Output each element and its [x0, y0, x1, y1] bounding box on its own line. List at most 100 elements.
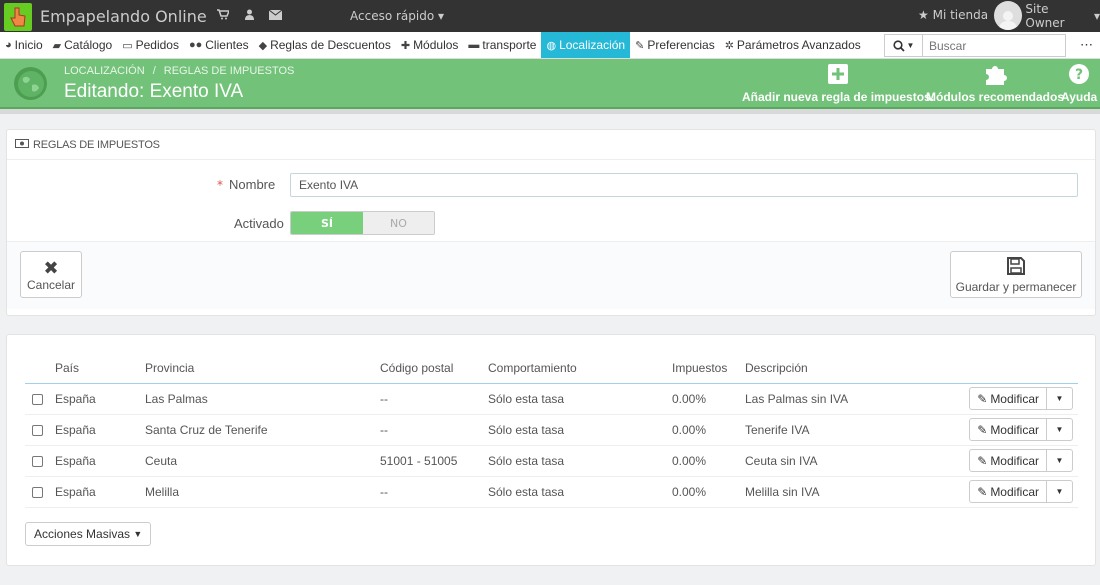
- wrench-icon: ✎: [635, 39, 645, 52]
- column-header: Comportamiento: [488, 353, 672, 384]
- name-label-row: * Nombre: [217, 177, 275, 192]
- svg-text:?: ?: [1075, 67, 1083, 83]
- modify-button[interactable]: ✎ Modificar: [970, 450, 1047, 471]
- tags-icon: ◆: [258, 39, 268, 52]
- behavior-cell: Sólo esta tasa: [488, 476, 672, 508]
- breadcrumb-item[interactable]: Reglas de impuestos: [164, 65, 295, 77]
- description-cell: Melilla sin IVA: [745, 476, 925, 508]
- column-header: Código postal: [380, 353, 488, 384]
- row-actions: ✎ Modificar ▼: [969, 480, 1073, 503]
- tax-rules-table: País Provincia Código postal Comportamie…: [25, 353, 1078, 508]
- shop-name[interactable]: Empapelando Online: [40, 7, 210, 26]
- row-actions-dropdown-button[interactable]: ▼: [1047, 450, 1072, 471]
- truck-icon: ▬: [468, 39, 480, 51]
- nav-item-transporte[interactable]: ▬ transporte: [463, 32, 541, 58]
- row-checkbox[interactable]: [32, 424, 43, 436]
- tax-cell: 0.00%: [672, 414, 745, 446]
- puzzle-icon: [926, 63, 1064, 90]
- column-header: Provincia: [145, 353, 380, 384]
- row-actions: ✎ Modificar ▼: [969, 387, 1073, 410]
- actions-column-header: [925, 353, 1078, 384]
- country-cell: España: [55, 445, 145, 477]
- modify-button[interactable]: ✎ Modificar: [970, 481, 1047, 502]
- help-button[interactable]: ? Ayuda: [1061, 63, 1097, 104]
- bulk-actions-button[interactable]: Acciones Masivas ▼: [25, 522, 152, 546]
- save-and-stay-button[interactable]: Guardar y permanecer: [950, 251, 1082, 298]
- credit-card-icon: ▭: [122, 39, 133, 52]
- table-row: España Melilla -- Sólo esta tasa 0.00% M…: [25, 476, 1078, 508]
- users-icon: ●●: [188, 39, 203, 51]
- row-actions: ✎ Modificar ▼: [969, 418, 1073, 441]
- dashboard-icon: ◕: [5, 39, 12, 51]
- breadcrumb: Localización / Reglas de impuestos: [64, 65, 295, 77]
- table-header-row: País Provincia Código postal Comportamie…: [25, 353, 1078, 384]
- zipcode-cell: --: [380, 476, 488, 508]
- table-row: España Santa Cruz de Tenerife -- Sólo es…: [25, 414, 1078, 446]
- my-store-link[interactable]: ★ Mi tienda: [918, 8, 988, 22]
- nav-item-localizacion[interactable]: ◍ Localización: [541, 32, 631, 58]
- row-checkbox[interactable]: [32, 393, 43, 405]
- switch-yes[interactable]: SÍ: [291, 212, 363, 234]
- cancel-button[interactable]: ✖ Cancelar: [20, 251, 82, 298]
- description-cell: Ceuta sin IVA: [745, 445, 925, 477]
- nav-item-parametros[interactable]: ✲ Parámetros Avanzados: [720, 32, 866, 58]
- shopping-cart-icon[interactable]: [210, 8, 236, 24]
- behavior-cell: Sólo esta tasa: [488, 383, 672, 415]
- nav-item-descuentos[interactable]: ◆ Reglas de Descuentos: [254, 32, 396, 58]
- nav-item-modulos[interactable]: ✚ Módulos: [396, 32, 464, 58]
- pencil-icon: ✎: [977, 453, 988, 468]
- search-group: ▼: [884, 34, 1066, 57]
- user-icon[interactable]: [236, 9, 262, 24]
- table-row: España Las Palmas -- Sólo esta tasa 0.00…: [25, 383, 1078, 415]
- row-actions-dropdown-button[interactable]: ▼: [1047, 481, 1072, 502]
- select-column-header: [25, 353, 55, 384]
- column-header: País: [55, 353, 145, 384]
- row-actions-dropdown-button[interactable]: ▼: [1047, 419, 1072, 440]
- nav-item-clientes[interactable]: ●● Clientes: [184, 32, 254, 58]
- envelope-icon[interactable]: [262, 9, 288, 24]
- caret-down-icon: ▾: [438, 9, 445, 23]
- prestashop-logo[interactable]: [4, 3, 32, 31]
- nav-item-catalogo[interactable]: ▰ Catálogo: [48, 32, 118, 58]
- quick-access-menu[interactable]: Acceso rápido ▾: [350, 9, 444, 23]
- row-checkbox[interactable]: [32, 486, 43, 498]
- active-switch[interactable]: SÍ NO: [290, 211, 435, 235]
- state-cell: Ceuta: [145, 445, 380, 477]
- globe-icon: ◍: [546, 39, 557, 52]
- search-type-button[interactable]: ▼: [884, 34, 922, 57]
- search-input[interactable]: [922, 34, 1066, 57]
- switch-no[interactable]: NO: [363, 212, 434, 234]
- add-tax-rule-button[interactable]: Añadir nueva regla de impuestos.: [742, 63, 934, 104]
- book-icon: ▰: [52, 39, 62, 52]
- description-cell: Tenerife IVA: [745, 414, 925, 446]
- country-cell: España: [55, 414, 145, 446]
- name-field[interactable]: Exento IVA: [290, 173, 1078, 197]
- country-cell: España: [55, 383, 145, 415]
- column-header: Descripción: [745, 353, 925, 384]
- column-header: Impuestos: [672, 353, 745, 384]
- behavior-cell: Sólo esta tasa: [488, 445, 672, 477]
- plus-square-icon: [742, 63, 934, 90]
- employee-menu[interactable]: Site Owner ▾: [994, 1, 1100, 30]
- nav-item-inicio[interactable]: ◕ Inicio: [0, 32, 48, 58]
- row-actions-dropdown-button[interactable]: ▼: [1047, 388, 1072, 409]
- caret-down-icon: ▼: [906, 41, 915, 50]
- caret-down-icon: ▾: [1093, 8, 1100, 23]
- row-checkbox[interactable]: [32, 455, 43, 467]
- tax-rule-form-panel: REGLAS DE IMPUESTOS * Nombre Exento IVA …: [6, 129, 1096, 316]
- table-row: España Ceuta 51001 - 51005 Sólo esta tas…: [25, 445, 1078, 477]
- tax-cell: 0.00%: [672, 383, 745, 415]
- modify-button[interactable]: ✎ Modificar: [970, 419, 1047, 440]
- zipcode-cell: 51001 - 51005: [380, 445, 488, 477]
- recommended-modules-button[interactable]: Módulos recomendados: [926, 63, 1064, 104]
- more-icon[interactable]: ⋯: [1080, 37, 1093, 53]
- country-cell: España: [55, 476, 145, 508]
- nav-item-preferencias[interactable]: ✎ Preferencias: [630, 32, 720, 58]
- globe-icon: [14, 67, 47, 100]
- save-icon: [1006, 256, 1026, 280]
- breadcrumb-item[interactable]: Localización: [64, 65, 145, 77]
- pencil-icon: ✎: [977, 484, 988, 499]
- modify-button[interactable]: ✎ Modificar: [970, 388, 1047, 409]
- tax-cell: 0.00%: [672, 476, 745, 508]
- nav-item-pedidos[interactable]: ▭ Pedidos: [117, 32, 184, 58]
